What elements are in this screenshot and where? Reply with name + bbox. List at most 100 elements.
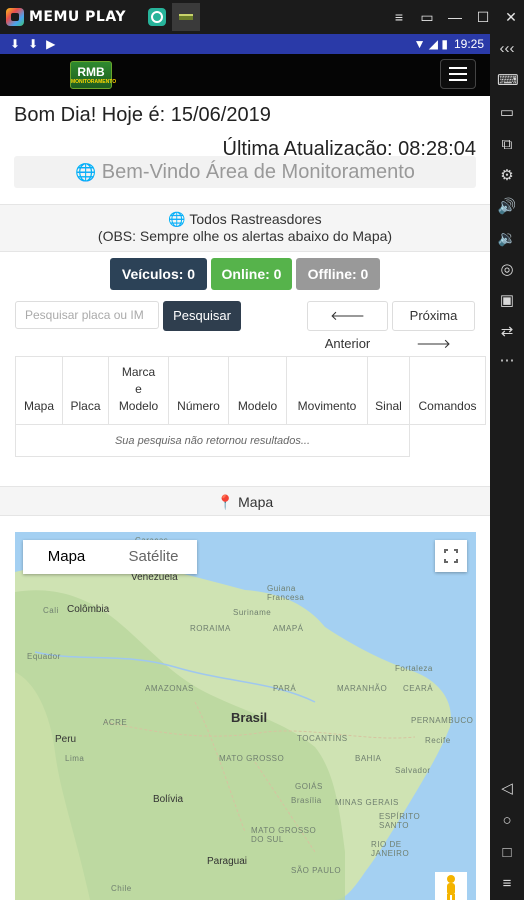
volume-up-icon[interactable]: 🔊 (497, 198, 517, 216)
settings-icon[interactable]: ⚙ (497, 167, 517, 185)
map-type-toggle: Mapa Satélite (23, 540, 197, 574)
map-label: Fortaleza (395, 664, 433, 673)
screen-icon[interactable]: ▭ (497, 104, 517, 122)
map-label: CEARÁ (403, 684, 434, 693)
greeting-text: Bom Dia! Hoje é: 15/06/2019 (14, 104, 271, 126)
globe-icon: 🌐 (168, 211, 186, 227)
map-label: PERNAMBUCO (411, 716, 474, 725)
map-label: MARANHÃO (337, 684, 388, 693)
menu-icon[interactable]: ≡ (497, 875, 517, 893)
download-icon: ⬇ (28, 37, 39, 51)
google-map[interactable]: Caracas Venezuela Guiana Francesa Cali C… (15, 532, 476, 900)
map-label: Brasília (291, 796, 322, 805)
screen-icon[interactable]: ▭ (420, 9, 434, 26)
trackers-panel-header: 🌐 Todos Rastreasdores (OBS: Sempre olhe … (0, 204, 490, 252)
offline-counter[interactable]: Offline: 0 (296, 258, 380, 290)
app-tab-active[interactable] (171, 3, 200, 31)
globe-icon: 🌐 (75, 163, 97, 182)
keyboard-icon[interactable]: ⌨ (497, 72, 519, 90)
map-label: AMAPÁ (273, 624, 304, 633)
signal-battery-icons: ▼ ◢ ▮ (413, 37, 448, 51)
map-label: RORAIMA (190, 624, 231, 633)
folder-icon[interactable]: ▣ (497, 292, 517, 310)
rmb-logo[interactable]: RMB MONITORAMENTO (70, 61, 117, 89)
memu-logo: MEMU PLAY (6, 8, 126, 26)
map-label: Bolívia (153, 794, 184, 805)
map-label: Lima (65, 754, 85, 763)
arrow-left-icon: 🡐 (330, 308, 365, 323)
panel-title: Todos Rastreasdores (189, 211, 322, 227)
map-label: MINAS GERAIS (335, 798, 399, 807)
map-label: BAHIA (355, 754, 382, 763)
arrow-right-icon: 🡒 (416, 336, 451, 351)
map-label: Peru (55, 734, 77, 745)
emulator-title-bar: MEMU PLAY ≡ ▭ — ☐ ✕ (0, 0, 524, 34)
map-label: GOIÁS (295, 782, 323, 791)
app-tab-icon[interactable] (147, 8, 166, 26)
map-label: RIO DE JANEIRO (371, 840, 410, 858)
map-marker-icon: 📍 (216, 494, 235, 510)
map-type-satellite-button[interactable]: Satélite (110, 540, 197, 574)
panel-note: (OBS: Sempre olhe os alertas abaixo do M… (97, 228, 393, 244)
col-marca-modelo[interactable]: Marca e Modelo (108, 356, 169, 425)
online-counter[interactable]: Online: 0 (211, 258, 292, 290)
next-label: Próxima (409, 308, 458, 323)
copy-icon[interactable]: ⧉ (497, 136, 517, 154)
expand-icon[interactable]: ‹‹‹ (497, 40, 517, 58)
map-label: MATO GROSSO DO SUL (251, 826, 317, 844)
col-sinal[interactable]: Sinal (367, 356, 410, 425)
map-type-map-button[interactable]: Mapa (23, 540, 110, 574)
map-label: Salvador (395, 766, 431, 775)
emulator-side-toolbar: ‹‹‹ ⌨ ▭ ⧉ ⚙ 🔊 🔉 ◎ ▣ ⇄ ⋯ ◁ ○ □ ≡ (490, 34, 524, 900)
play-store-icon: ▶ (46, 37, 56, 51)
col-placa[interactable]: Placa (62, 356, 109, 425)
map-label: Suriname (233, 608, 272, 617)
map-label: MATO GROSSO (219, 754, 285, 763)
table-row: Sua pesquisa não retornou resultados... (15, 424, 486, 457)
col-movimento[interactable]: Movimento (286, 356, 368, 425)
map-label: TOCANTINS (297, 734, 348, 743)
logo-subtext: MONITORAMENTO (71, 79, 117, 85)
map-section-header: 📍 Mapa (0, 486, 490, 516)
app-navbar: RMB MONITORAMENTO (0, 54, 490, 96)
recents-icon[interactable]: □ (497, 844, 517, 862)
rotate-icon[interactable]: ⇄ (497, 323, 517, 341)
memu-logo-icon (6, 8, 24, 26)
map-label: Colômbia (67, 604, 110, 615)
home-icon[interactable]: ○ (497, 812, 517, 830)
fullscreen-icon (444, 549, 458, 563)
map-label: Recife (425, 736, 451, 745)
trackers-table: Mapa Placa Marca e Modelo Número Modelo … (15, 356, 486, 457)
map-label: Chile (111, 884, 132, 893)
map-label: AMAZONAS (145, 684, 194, 693)
col-comandos[interactable]: Comandos (409, 356, 486, 425)
memu-brand: MEMU PLAY (29, 9, 126, 25)
next-button[interactable]: Próxima 🡒 (392, 301, 475, 351)
hamburger-menu-button[interactable] (440, 59, 476, 89)
map-label: Brasil (231, 710, 268, 725)
menu-icon[interactable]: ≡ (392, 9, 406, 25)
table-header-row: Mapa Placa Marca e Modelo Número Modelo … (15, 356, 486, 425)
vehicles-counter[interactable]: Veículos: 0 (110, 258, 207, 290)
more-icon[interactable]: ⋯ (497, 352, 517, 370)
col-mapa[interactable]: Mapa (15, 356, 63, 425)
status-time: 19:25 (453, 37, 484, 51)
fullscreen-button[interactable] (435, 540, 467, 572)
previous-button[interactable]: 🡐 Anterior (307, 301, 388, 351)
welcome-text: Bem-Vindo Área de Monitoramento (101, 161, 415, 183)
location-icon[interactable]: ◎ (497, 261, 517, 279)
close-icon[interactable]: ✕ (504, 9, 518, 26)
map-label: Guiana Francesa (267, 584, 305, 602)
col-modelo[interactable]: Modelo (228, 356, 287, 425)
col-numero[interactable]: Número (168, 356, 229, 425)
android-status-bar: ⬇ ⬇ ▶ ▼ ◢ ▮ 19:25 (0, 34, 490, 54)
minimize-icon[interactable]: — (448, 9, 462, 25)
search-input[interactable]: Pesquisar placa ou IM (15, 301, 159, 329)
map-label: PARÁ (273, 684, 297, 693)
back-icon[interactable]: ◁ (497, 780, 517, 798)
search-button[interactable]: Pesquisar (163, 301, 241, 331)
maximize-icon[interactable]: ☐ (476, 9, 490, 26)
volume-down-icon[interactable]: 🔉 (497, 230, 517, 248)
map-label: SÃO PAULO (291, 866, 342, 875)
street-view-pegman-button[interactable] (435, 872, 467, 900)
